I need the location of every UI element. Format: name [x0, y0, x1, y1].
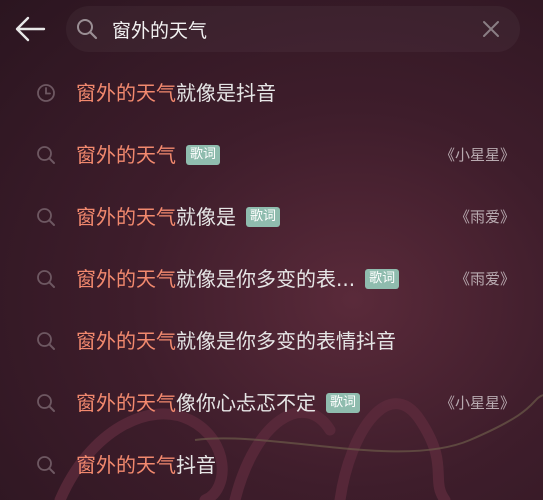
suggestion-highlight: 窗外的天气	[76, 81, 176, 105]
suggestion-highlight: 窗外的天气	[76, 453, 176, 477]
song-title: 《小星星》	[439, 394, 515, 412]
suggestion-rest: 就像是你多变的表情抖音	[176, 329, 396, 353]
suggestion-rest: 就像是抖音	[176, 81, 276, 105]
search-icon	[37, 332, 55, 350]
suggestion-highlight: 窗外的天气	[76, 329, 176, 353]
search-header	[0, 0, 543, 58]
suggestion-item[interactable]: 窗外的天气就像是抖音	[0, 62, 543, 124]
suggestion-item[interactable]: 窗外的天气 歌词 《小星星》	[0, 124, 543, 186]
back-button[interactable]	[10, 10, 50, 50]
suggestion-item[interactable]: 窗外的天气就像是你多变的表情抖音	[0, 310, 543, 372]
lyrics-badge: 歌词	[186, 144, 221, 165]
suggestion-list: 窗外的天气就像是抖音 窗外的天气 歌词 《小星星》 窗外的天气就像是 歌词 《雨爱》…	[0, 62, 543, 496]
search-box[interactable]	[66, 6, 520, 52]
suggestion-item[interactable]: 窗外的天气就像是 歌词 《雨爱》	[0, 186, 543, 248]
lyrics-badge: 歌词	[326, 392, 361, 413]
suggestion-text: 窗外的天气就像是你多变的表... 歌词	[76, 265, 400, 293]
suggestion-text: 窗外的天气就像是抖音	[76, 79, 276, 107]
suggestion-item[interactable]: 窗外的天气像你心忐忑不定 歌词 《小星星》	[0, 372, 543, 434]
suggestion-highlight: 窗外的天气	[76, 391, 176, 415]
lyrics-badge: 歌词	[246, 206, 281, 227]
search-input[interactable]	[112, 14, 472, 44]
close-icon	[483, 21, 499, 37]
suggestion-text: 窗外的天气像你心忐忑不定 歌词	[76, 389, 361, 417]
suggestion-text: 窗外的天气就像是你多变的表情抖音	[76, 327, 396, 355]
lyrics-badge: 歌词	[365, 268, 400, 289]
song-title: 《雨爱》	[454, 208, 515, 226]
suggestion-rest: 就像是你多变的表...	[176, 267, 356, 291]
suggestion-highlight: 窗外的天气	[76, 267, 176, 291]
search-icon	[77, 19, 98, 40]
suggestion-highlight: 窗外的天气	[76, 205, 176, 229]
search-icon	[37, 208, 55, 226]
song-title: 《小星星》	[439, 146, 515, 164]
suggestion-highlight: 窗外的天气	[76, 143, 176, 167]
suggestion-rest: 就像是	[176, 205, 236, 229]
suggestion-text: 窗外的天气 歌词	[76, 141, 221, 169]
suggestion-item[interactable]: 窗外的天气就像是你多变的表... 歌词 《雨爱》	[0, 248, 543, 310]
arrow-left-icon	[15, 16, 46, 42]
song-title: 《雨爱》	[454, 270, 515, 288]
suggestion-item[interactable]: 窗外的天气抖音	[0, 434, 543, 496]
suggestion-rest: 像你心忐忑不定	[176, 391, 316, 415]
search-icon	[37, 146, 55, 164]
suggestion-text: 窗外的天气就像是 歌词	[76, 203, 281, 231]
search-icon	[37, 394, 55, 412]
search-icon	[37, 270, 55, 288]
clear-button[interactable]	[480, 18, 502, 40]
history-icon	[37, 84, 55, 102]
suggestion-text: 窗外的天气抖音	[76, 451, 216, 479]
suggestion-rest: 抖音	[176, 453, 216, 477]
search-icon	[37, 456, 55, 474]
